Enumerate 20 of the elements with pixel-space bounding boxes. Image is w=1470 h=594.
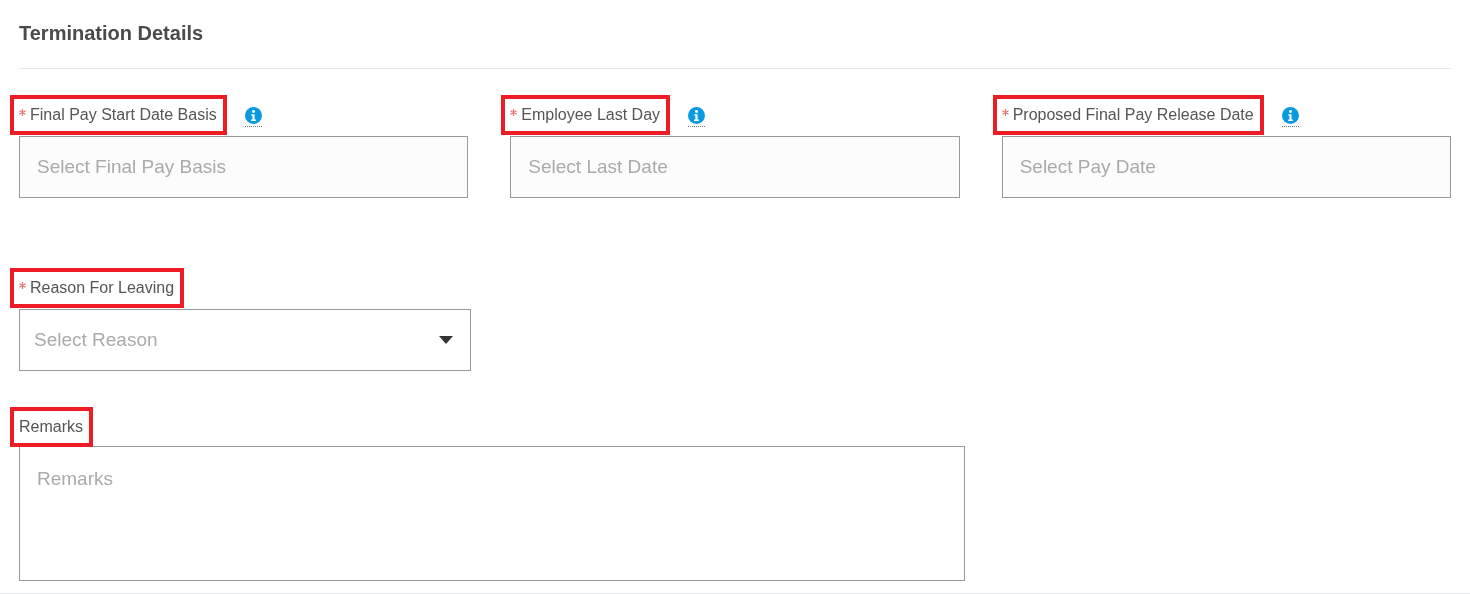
placeholder-text: Select Final Pay Basis [37,154,227,179]
placeholder-text: Select Last Date [528,154,668,179]
date-field[interactable]: Select Last Date [510,136,960,198]
placeholder-text: Remarks [37,468,113,489]
placeholder-text: Select Pay Date [1019,154,1156,179]
info-icon[interactable] [1281,107,1299,127]
field-label: Reason For Leaving [30,278,175,298]
reason-dropdown[interactable]: Select Reason [19,309,471,371]
info-icon[interactable] [244,107,262,127]
field-label: Final Pay Start Date Basis [30,105,217,125]
field-label: Employee Last Day [521,105,661,125]
remarks-textarea[interactable]: Remarks [19,446,965,581]
field-label: Remarks [19,417,83,437]
placeholder-text: Select Reason [34,327,158,352]
date-field[interactable]: Select Final Pay Basis [19,136,469,198]
field-label: Proposed Final Pay Release Date [1012,105,1254,125]
section-title: Termination Details [19,21,204,46]
date-field[interactable]: Select Pay Date [1001,136,1451,198]
caret-icon [439,336,453,344]
info-icon[interactable] [688,107,706,127]
